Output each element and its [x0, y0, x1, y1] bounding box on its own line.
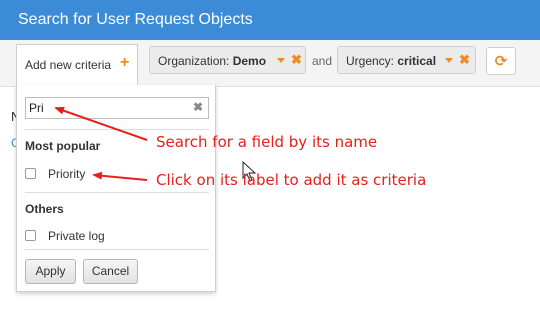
label-hint-callout: Click on its label to add it as criteria [156, 171, 427, 189]
annotation-arrows [54, 106, 257, 182]
search-hint-arrow [54, 106, 148, 141]
label-hint-arrow [92, 171, 148, 181]
search-hint-callout: Search for a field by its name [156, 133, 378, 151]
